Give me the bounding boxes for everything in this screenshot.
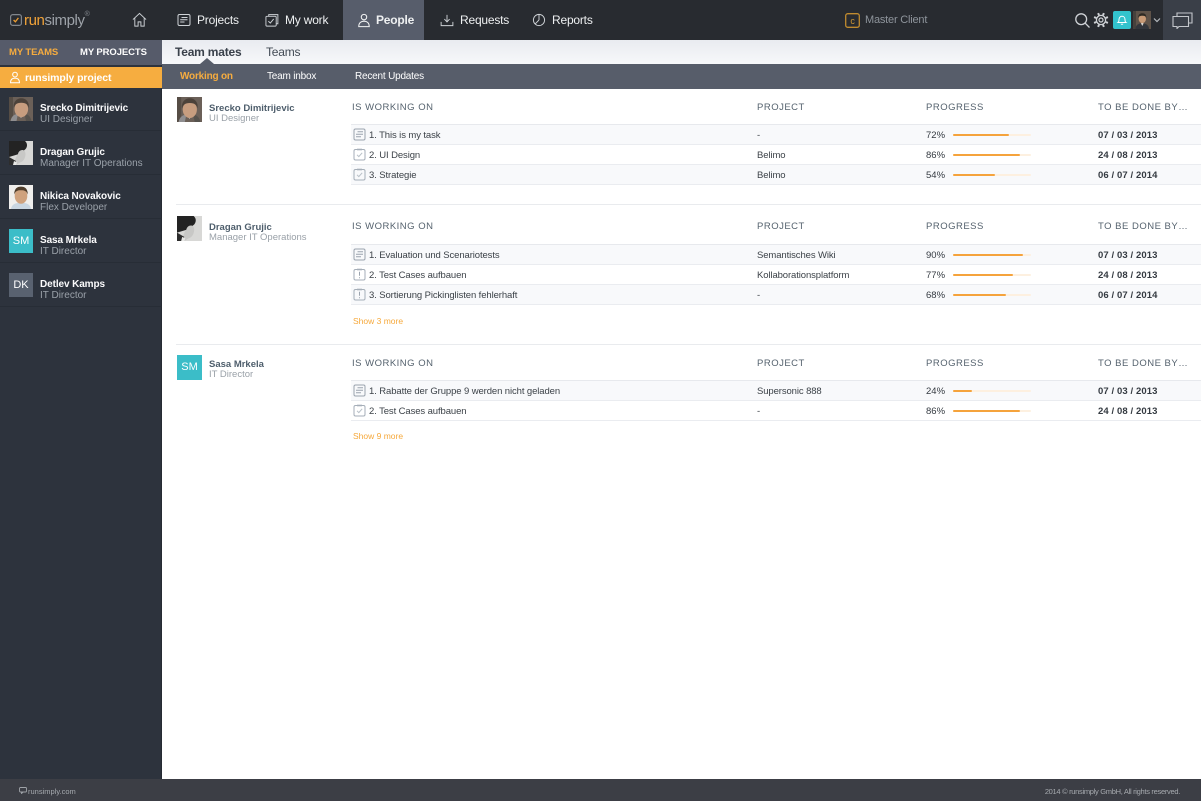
svg-text:c: c xyxy=(850,16,855,26)
